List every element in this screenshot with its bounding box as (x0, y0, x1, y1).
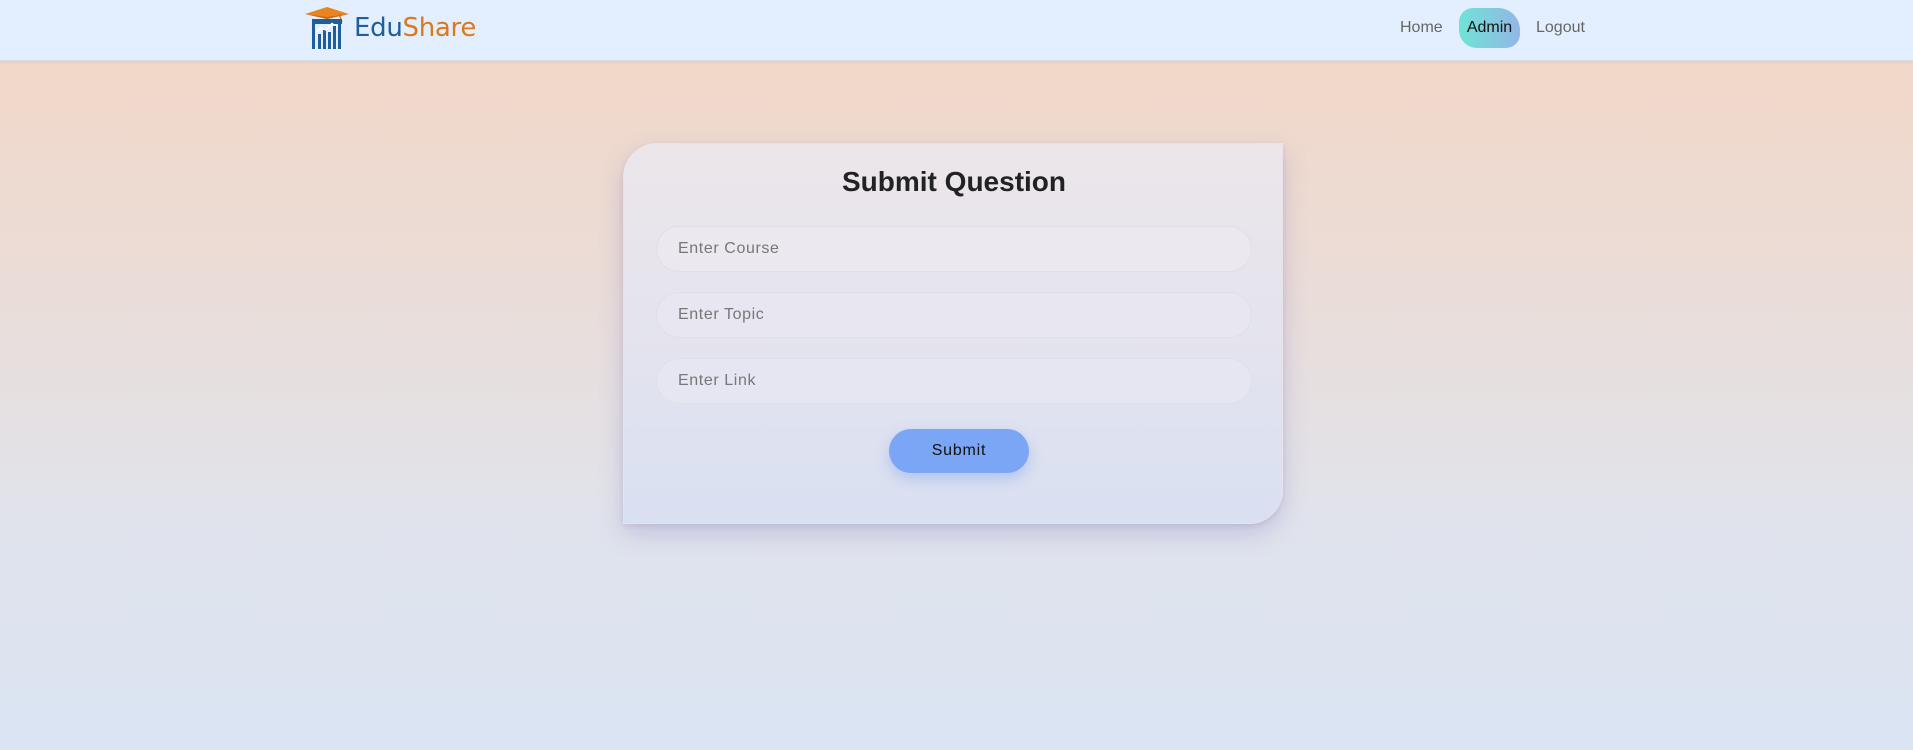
link-input[interactable] (656, 358, 1252, 404)
nav-admin-link[interactable]: Admin (1459, 8, 1520, 48)
brand-name-share: Share (402, 13, 477, 43)
graduation-cap-logo-icon (305, 7, 349, 49)
course-input[interactable] (656, 226, 1252, 272)
nav-logout-link[interactable]: Logout (1536, 8, 1585, 48)
nav-home-link[interactable]: Home (1400, 8, 1443, 48)
top-navbar: EduShare Home Admin Logout (0, 0, 1913, 61)
submit-button[interactable]: Submit (889, 429, 1029, 473)
brand-name: EduShare (354, 15, 476, 41)
page-title: Submit Question (842, 166, 1066, 197)
brand[interactable]: EduShare (304, 6, 476, 50)
topic-input[interactable] (656, 292, 1252, 338)
brand-name-edu: Edu (354, 13, 403, 43)
submit-question-card: Submit Question Submit (623, 143, 1283, 524)
